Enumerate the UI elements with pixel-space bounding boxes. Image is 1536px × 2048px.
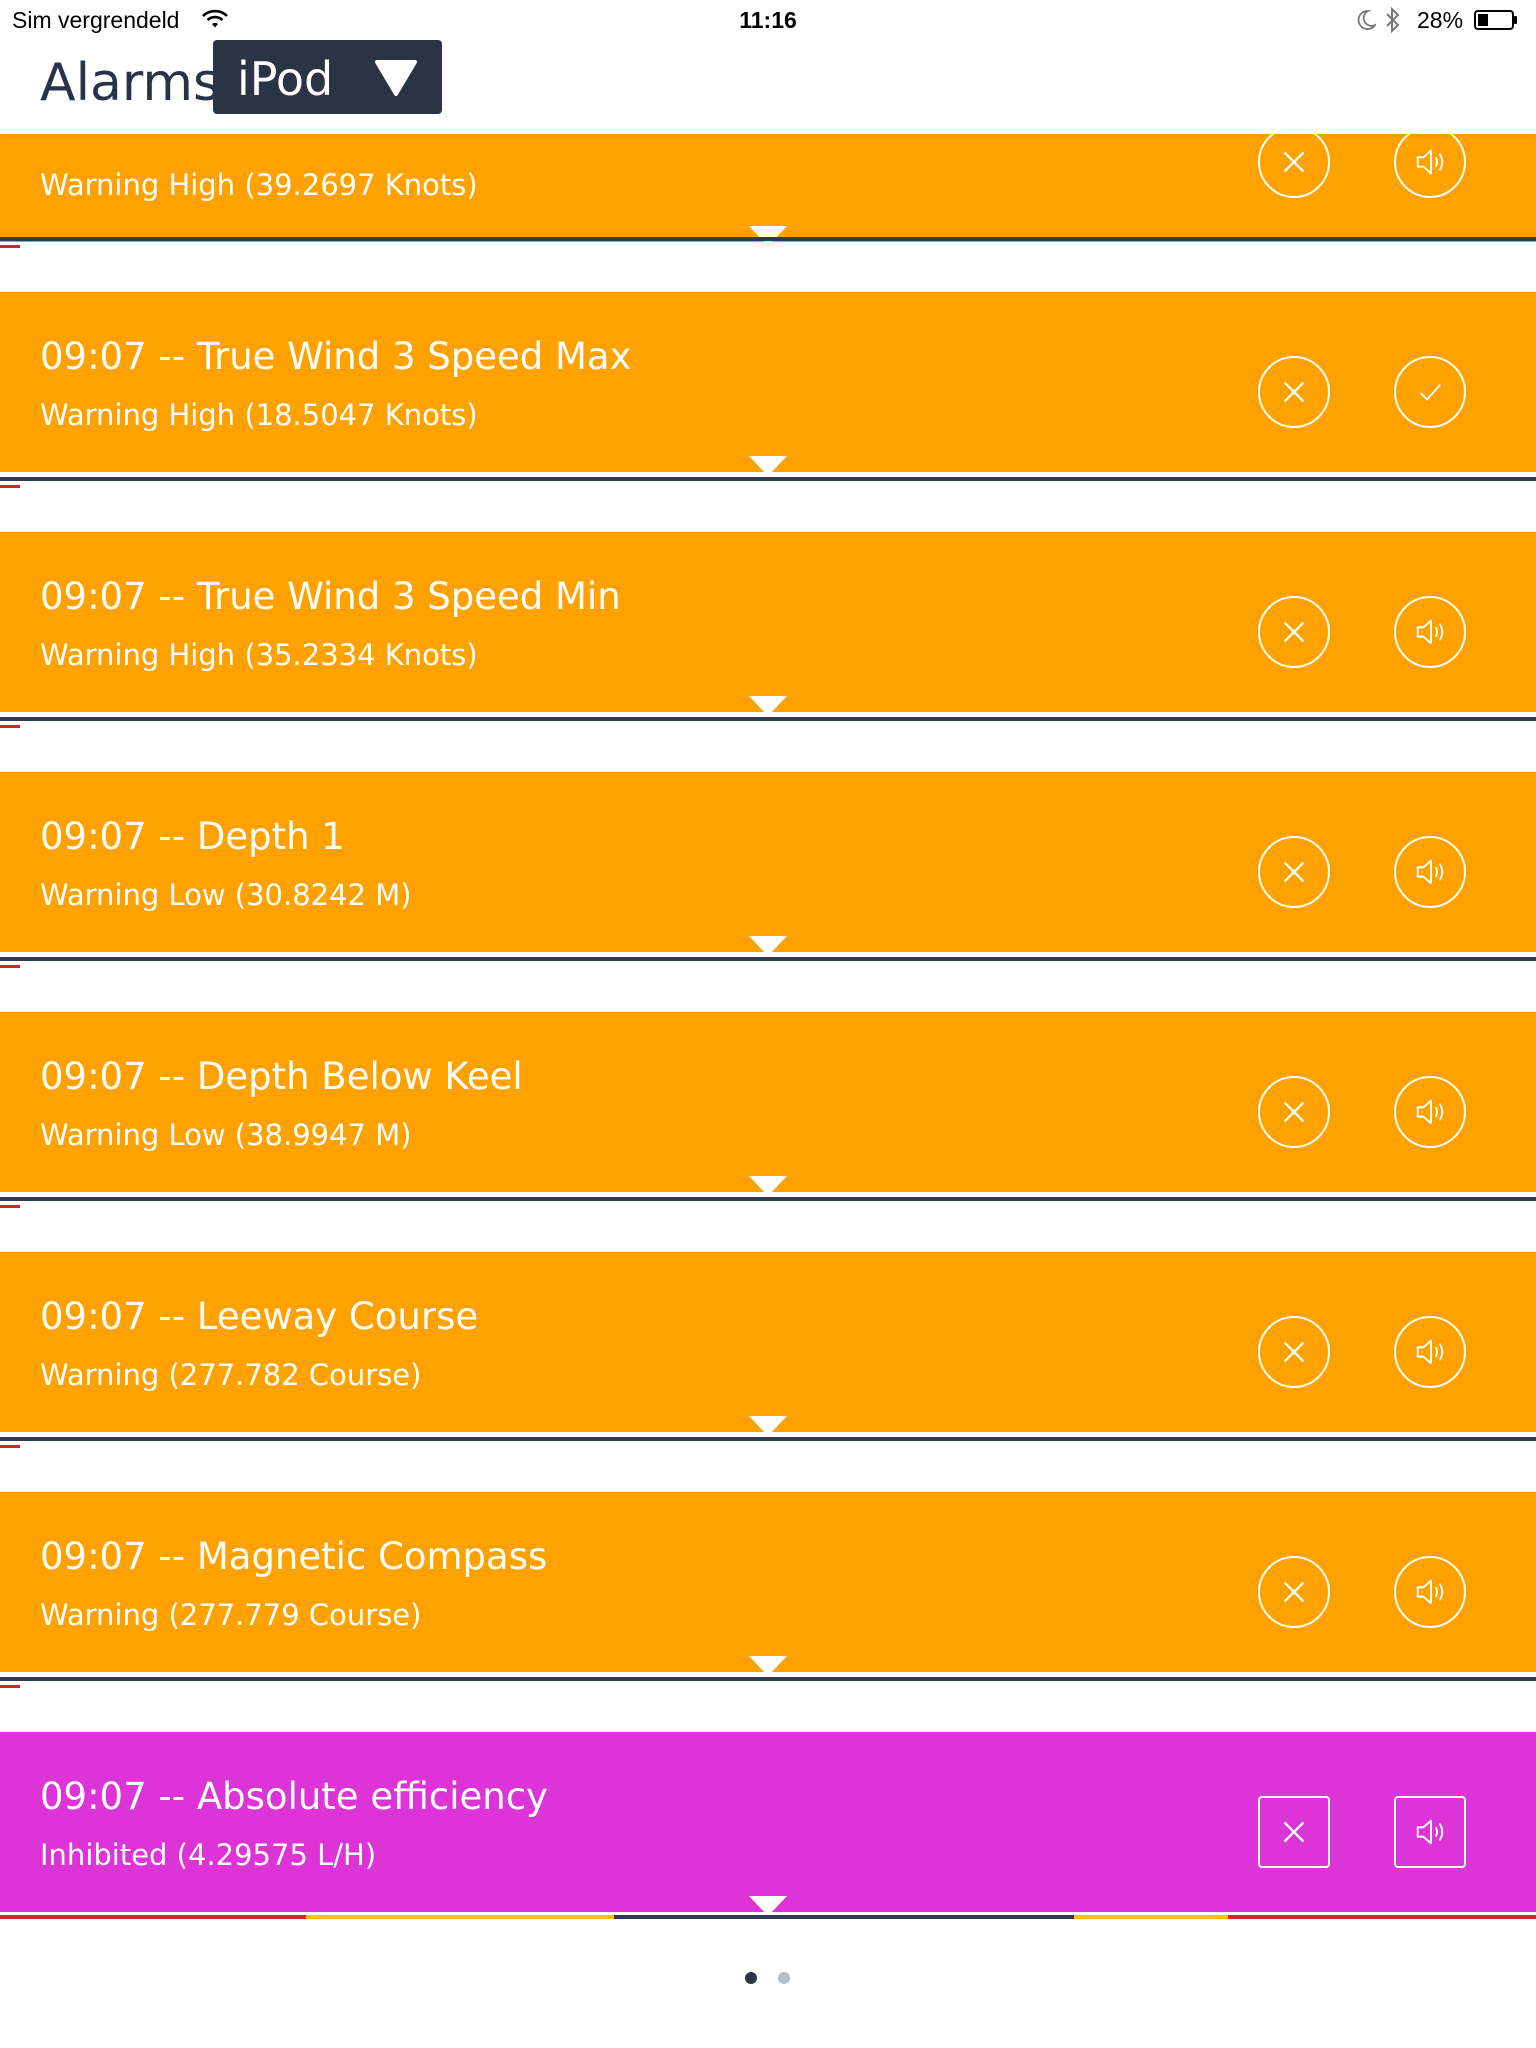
dismiss-button[interactable] [1258, 596, 1330, 668]
alarm-subtitle: Warning High (18.5047 Knots) [40, 398, 478, 432]
page-title: Alarms [40, 53, 221, 113]
row-divider [0, 1437, 1536, 1441]
expand-arrow-icon[interactable] [749, 1656, 787, 1678]
alarm-title: 09:07 -- Leeway Course [40, 1295, 479, 1338]
alarm-subtitle: Warning Low (30.8242 M) [40, 878, 412, 912]
dismiss-button[interactable] [1258, 1556, 1330, 1628]
speaker-icon [1416, 1819, 1444, 1845]
dropdown-arrow-icon [375, 60, 417, 96]
speaker-icon [1416, 859, 1444, 885]
alarm-title: 09:07 -- Depth 1 [40, 815, 345, 858]
acknowledge-button[interactable] [1394, 356, 1466, 428]
dismiss-button[interactable] [1258, 1316, 1330, 1388]
close-icon [1283, 621, 1305, 643]
alarm-title: 09:07 -- Depth Below Keel [40, 1055, 523, 1098]
red-marker [0, 1445, 20, 1448]
speaker-icon [1416, 1339, 1444, 1365]
speaker-icon [1416, 1099, 1444, 1125]
alarm-item[interactable]: 09:07 -- Leeway Course Warning (277.782 … [0, 1252, 1536, 1436]
alarm-item[interactable]: 09:07 -- Depth 1 Warning Low (30.8242 M) [0, 772, 1536, 956]
page-dot[interactable] [778, 1972, 790, 1984]
row-divider [0, 237, 1536, 241]
close-icon [1283, 1101, 1305, 1123]
alarm-subtitle: Warning Low (38.9947 M) [40, 1118, 412, 1152]
row-divider [0, 1197, 1536, 1201]
speaker-icon [1416, 619, 1444, 645]
dismiss-button[interactable] [1258, 1076, 1330, 1148]
mute-button[interactable] [1394, 1796, 1466, 1868]
alarm-subtitle: Warning (277.779 Course) [40, 1598, 422, 1632]
app-header: Alarms iPod [0, 40, 1536, 134]
red-marker [0, 485, 20, 488]
alarm-subtitle: Warning High (35.2334 Knots) [40, 638, 478, 672]
red-marker [0, 965, 20, 968]
page-dot-active[interactable] [745, 1972, 757, 1984]
row-divider [0, 477, 1536, 481]
expand-arrow-icon[interactable] [749, 456, 787, 478]
alarm-item[interactable]: 09:07 -- True Wind 3 Speed Max Warning H… [0, 292, 1536, 476]
close-icon [1283, 381, 1305, 403]
red-marker [0, 725, 20, 728]
close-icon [1283, 1341, 1305, 1363]
row-divider [0, 1677, 1536, 1681]
expand-arrow-icon[interactable] [749, 696, 787, 718]
alarm-subtitle: Inhibited (4.29575 L/H) [40, 1838, 377, 1872]
expand-arrow-icon[interactable] [749, 936, 787, 958]
mute-button[interactable] [1394, 126, 1466, 198]
alarm-item[interactable]: 09:07 -- True Wind 3 Speed Min Warning H… [0, 532, 1536, 716]
device-dropdown[interactable]: iPod [213, 40, 442, 114]
dismiss-button[interactable] [1258, 126, 1330, 198]
alarm-title: 09:07 -- True Wind 3 Speed Min [40, 575, 621, 618]
alarm-title: 09:07 -- Absolute efficiency [40, 1775, 548, 1818]
mute-button[interactable] [1394, 1076, 1466, 1148]
dismiss-button[interactable] [1258, 1796, 1330, 1868]
close-icon [1283, 1821, 1305, 1843]
red-marker [0, 245, 20, 248]
alarm-item[interactable]: 09:07 -- Depth Below Keel Warning Low (3… [0, 1012, 1536, 1196]
red-marker [0, 1205, 20, 1208]
checkmark-icon [1419, 383, 1442, 401]
device-label: iPod [237, 52, 334, 106]
speaker-icon [1416, 1579, 1444, 1605]
mute-button[interactable] [1394, 1316, 1466, 1388]
dismiss-button[interactable] [1258, 836, 1330, 908]
alarm-title: 09:07 -- Magnetic Compass [40, 1535, 548, 1578]
close-icon [1283, 861, 1305, 883]
page-indicator[interactable] [0, 1972, 1536, 1992]
mute-button[interactable] [1394, 1556, 1466, 1628]
mute-button[interactable] [1394, 836, 1466, 908]
row-divider [0, 717, 1536, 721]
expand-arrow-icon[interactable] [749, 1416, 787, 1438]
row-divider [0, 957, 1536, 961]
alarm-title: 09:07 -- True Wind 3 Speed Max [40, 335, 632, 378]
status-line [0, 1915, 1536, 1919]
speaker-icon [1416, 149, 1444, 175]
dismiss-button[interactable] [1258, 356, 1330, 428]
close-icon [1283, 1581, 1305, 1603]
alarm-subtitle: Warning (277.782 Course) [40, 1358, 422, 1392]
mute-button[interactable] [1394, 596, 1466, 668]
alarm-item[interactable]: 09:07 -- Magnetic Compass Warning (277.7… [0, 1492, 1536, 1676]
expand-arrow-icon[interactable] [749, 1176, 787, 1198]
alarm-list[interactable]: Warning High (39.2697 Knots) 09:07 -- Tr… [0, 0, 1536, 2048]
close-icon [1283, 151, 1305, 173]
alarm-subtitle: Warning High (39.2697 Knots) [40, 168, 478, 202]
alarm-item[interactable]: 09:07 -- Absolute efficiency Inhibited (… [0, 1732, 1536, 1916]
red-marker [0, 1685, 20, 1688]
